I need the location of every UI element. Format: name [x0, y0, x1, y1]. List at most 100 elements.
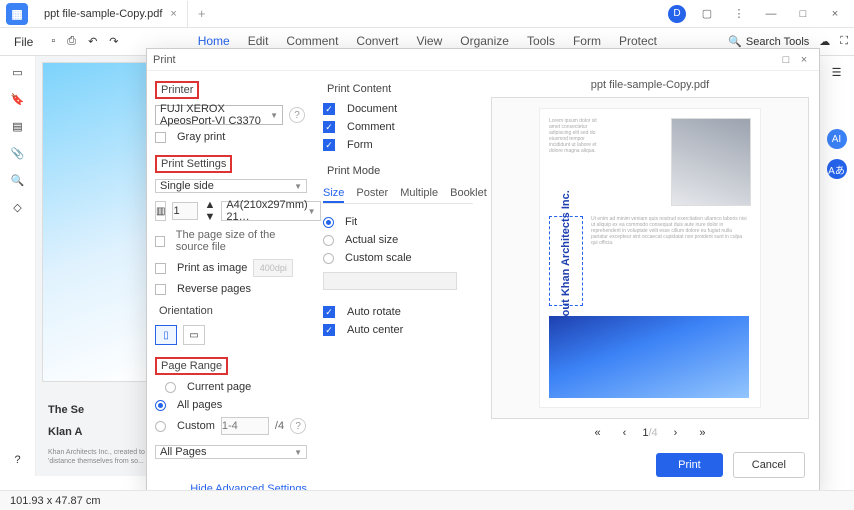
cloud-icon[interactable]: ☁ — [819, 35, 830, 48]
printer-select[interactable]: FUJI XEROX ApeosPort-VI C3370 ▼ — [155, 105, 283, 125]
doc-heading-1: The Se — [48, 404, 84, 416]
all-pages-radio[interactable]: All pages — [155, 399, 307, 411]
dialog-title: Print — [153, 54, 176, 66]
translate-icon[interactable]: Aあ — [827, 159, 847, 179]
pager-prev-button[interactable]: ‹ — [617, 425, 633, 441]
document-page-image — [42, 62, 152, 382]
undo-icon[interactable]: ↶ — [88, 35, 97, 48]
more-icon[interactable]: ⋮ — [728, 3, 750, 25]
print-icon[interactable]: ⎙ — [67, 35, 76, 48]
pager-first-button[interactable]: « — [589, 425, 607, 441]
titlebar: ▦ ppt file-sample-Copy.pdf × + D ▢ ⋮ — □… — [0, 0, 854, 28]
custom-range-input[interactable] — [221, 417, 269, 435]
thumbnails-icon[interactable]: ▭ — [10, 66, 26, 79]
minimize-button[interactable]: — — [760, 3, 782, 25]
settings-column-left: Printer FUJI XEROX ApeosPort-VI C3370 ▼ … — [147, 71, 315, 493]
search-icon: 🔍 — [728, 35, 742, 48]
gray-print-checkbox[interactable]: Gray print — [155, 131, 307, 143]
preview-pager: « ‹ 1/4 › » — [491, 419, 809, 447]
auto-rotate-checkbox[interactable]: ✓Auto rotate — [323, 306, 473, 318]
page-range-label: Page Range — [155, 357, 228, 375]
preview-image-1 — [671, 118, 751, 206]
account-avatar[interactable]: D — [668, 5, 686, 23]
search-panel-icon[interactable]: 🔍 — [10, 174, 26, 187]
page-size-source-checkbox[interactable]: The page size of the source file — [155, 229, 307, 253]
maximize-button[interactable]: □ — [792, 3, 814, 25]
layers-icon[interactable]: ◇ — [10, 201, 26, 214]
pager-current: 1/4 — [642, 427, 657, 439]
close-tab-icon[interactable]: × — [170, 8, 176, 20]
dialog-buttons: Print Cancel — [491, 447, 809, 483]
custom-scale-radio[interactable]: Custom scale — [323, 252, 473, 264]
duplex-select[interactable]: Single side▼ — [155, 179, 307, 193]
expand-icon[interactable]: ⛶ — [840, 35, 848, 48]
page-subset-select[interactable]: All Pages▼ — [155, 445, 307, 459]
cancel-button[interactable]: Cancel — [733, 452, 805, 478]
tab-poster[interactable]: Poster — [356, 185, 388, 203]
custom-range-help-icon[interactable]: ? — [290, 418, 306, 434]
preview-page: Lorem ipsum dolor sit amet consectetur a… — [539, 108, 761, 408]
orientation-label: Orientation — [155, 303, 307, 319]
doc-heading-2: Klan A — [48, 426, 82, 438]
chevron-down-icon: ▼ — [270, 111, 278, 120]
tab-size[interactable]: Size — [323, 185, 344, 203]
cursor-coords: 101.93 x 47.87 cm — [10, 495, 101, 507]
print-settings-label: Print Settings — [155, 155, 232, 173]
right-sidebar: ☰ AI Aあ — [818, 56, 854, 476]
pager-last-button[interactable]: » — [693, 425, 711, 441]
document-tab[interactable]: ppt file-sample-Copy.pdf × — [34, 1, 188, 27]
custom-range-radio[interactable]: Custom /4 ? — [155, 417, 307, 435]
file-menu[interactable]: File — [6, 35, 41, 49]
search-placeholder: Search Tools — [746, 36, 809, 48]
add-tab-button[interactable]: + — [188, 6, 216, 21]
preview-about-label: About Khan Architects Inc. — [549, 216, 583, 306]
ai-assistant-icon[interactable]: AI — [827, 129, 847, 149]
custom-scale-input — [323, 272, 457, 290]
dialog-titlebar: Print □ × — [147, 49, 819, 71]
bookmarks-icon[interactable]: 🔖 — [10, 93, 26, 106]
print-button[interactable]: Print — [656, 453, 723, 477]
dialog-maximize-button[interactable]: □ — [777, 54, 795, 66]
preview-column: ppt file-sample-Copy.pdf Lorem ipsum dol… — [481, 71, 819, 493]
dpi-input: 400dpi — [253, 259, 293, 277]
search-tools[interactable]: 🔍 Search Tools — [728, 35, 809, 48]
content-document-checkbox[interactable]: ✓Document — [323, 103, 473, 115]
printer-selected: FUJI XEROX ApeosPort-VI C3370 — [160, 103, 270, 127]
print-mode-tabs: Size Poster Multiple Booklet — [323, 185, 473, 204]
auto-center-checkbox[interactable]: ✓Auto center — [323, 324, 473, 336]
tab-multiple[interactable]: Multiple — [400, 185, 438, 203]
printer-help-icon[interactable]: ? — [289, 107, 305, 123]
preview-text-block-2: Ut enim ad minim veniam quis nostrud exe… — [591, 216, 749, 306]
comments-panel-icon[interactable]: ▤ — [10, 120, 26, 133]
save-icon[interactable]: ▫ — [51, 35, 55, 48]
dialog-close-button[interactable]: × — [795, 54, 813, 66]
close-window-button[interactable]: × — [824, 3, 846, 25]
orientation-portrait[interactable]: ▯ — [155, 325, 177, 345]
print-as-image-checkbox[interactable]: Print as image 400dpi — [155, 259, 307, 277]
content-form-checkbox[interactable]: ✓Form — [323, 139, 473, 151]
paper-size-select[interactable]: A4(210x297mm) 21…▼ — [221, 201, 320, 221]
fit-radio[interactable]: Fit — [323, 216, 473, 228]
redo-icon[interactable]: ↷ — [109, 35, 118, 48]
properties-icon[interactable]: ☰ — [832, 66, 842, 79]
preview-text-block-1: Lorem ipsum dolor sit amet consectetur a… — [549, 118, 599, 206]
print-content-label: Print Content — [323, 81, 473, 97]
preview-filename: ppt file-sample-Copy.pdf — [491, 79, 809, 91]
copies-icon: ▥ — [155, 201, 166, 221]
current-page-radio[interactable]: Current page — [155, 381, 307, 393]
custom-range-total: /4 — [275, 420, 284, 432]
copies-input[interactable] — [172, 202, 198, 220]
left-sidebar: ▭ 🔖 ▤ 📎 🔍 ◇ ? — [0, 56, 36, 476]
actual-size-radio[interactable]: Actual size — [323, 234, 473, 246]
print-mode-label: Print Mode — [323, 163, 473, 179]
orientation-landscape[interactable]: ▭ — [183, 325, 205, 345]
reverse-pages-checkbox[interactable]: Reverse pages — [155, 283, 307, 295]
pager-next-button[interactable]: › — [668, 425, 684, 441]
copies-up[interactable]: ▲ — [204, 199, 215, 211]
feedback-icon[interactable]: ▢ — [696, 3, 718, 25]
help-icon[interactable]: ? — [10, 454, 26, 466]
attachments-icon[interactable]: 📎 — [10, 147, 26, 160]
content-comment-checkbox[interactable]: ✓Comment — [323, 121, 473, 133]
copies-down[interactable]: ▼ — [204, 211, 215, 223]
print-dialog: Print □ × Printer FUJI XEROX ApeosPort-V… — [146, 48, 820, 494]
